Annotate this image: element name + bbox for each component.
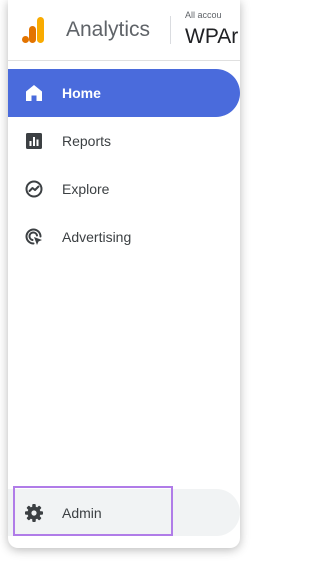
nav-item-reports[interactable]: Reports — [8, 117, 240, 165]
analytics-logo-icon[interactable] — [22, 17, 46, 43]
app-title: Analytics — [66, 18, 151, 41]
nav-item-home[interactable]: Home — [8, 69, 240, 117]
admin-button[interactable]: Admin — [8, 489, 240, 536]
top-bar: Analytics All accou WPAr — [8, 0, 240, 60]
nav-label-reports: Reports — [62, 133, 112, 149]
gear-icon — [24, 503, 44, 523]
explore-icon — [24, 179, 44, 199]
nav-item-explore[interactable]: Explore — [8, 165, 240, 213]
nav-label-advertising: Advertising — [62, 229, 132, 245]
bar-chart-icon — [24, 131, 44, 151]
main-nav: Home Reports Explore Advertising — [8, 69, 240, 261]
side-navigation-panel: Analytics All accou WPAr Home Reports Ex… — [8, 0, 240, 548]
nav-label-explore: Explore — [62, 181, 110, 197]
account-label[interactable]: All accou — [185, 10, 222, 20]
account-name[interactable]: WPAr — [185, 25, 238, 49]
home-icon — [24, 83, 44, 103]
admin-label: Admin — [62, 504, 102, 521]
advertising-icon — [24, 227, 44, 247]
topbar-divider — [8, 60, 240, 61]
nav-item-advertising[interactable]: Advertising — [8, 213, 240, 261]
title-divider — [170, 16, 171, 44]
nav-label-home: Home — [62, 85, 101, 101]
